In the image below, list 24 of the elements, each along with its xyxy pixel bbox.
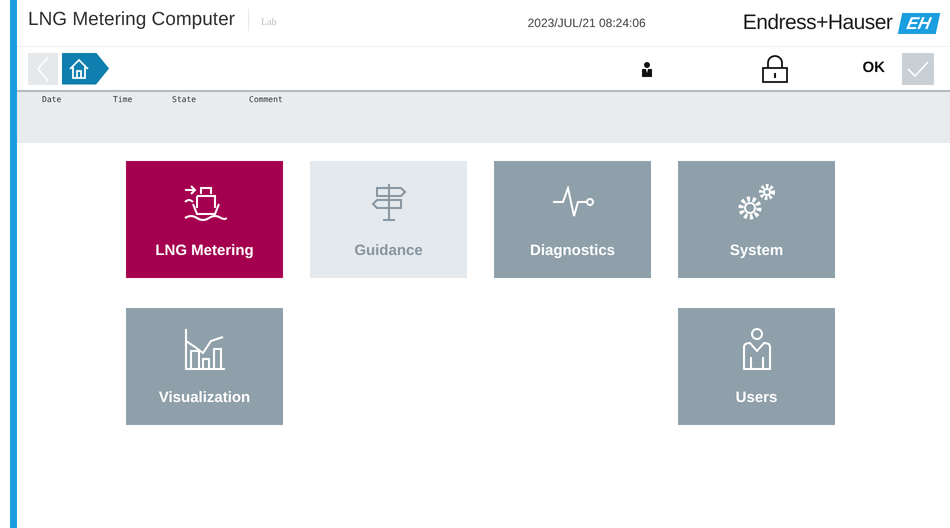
home-icon [68,58,90,80]
home-button[interactable] [62,52,109,84]
menu-tile[interactable]: Users [678,308,835,425]
menu-tile[interactable]: LNG Metering [126,161,283,278]
app-title: LNG Metering Computer [28,8,235,32]
menu-tile[interactable]: Diagnostics [494,161,651,278]
column-header: Time [113,94,134,106]
column-header: Date [42,94,62,106]
menu-tile[interactable]: System [678,161,835,278]
site-label: Lab [260,16,277,30]
brand-name: Endress+Hauser [742,10,892,36]
pulse-line-icon [550,186,594,218]
brand-logo: EH [898,12,940,34]
column-header: Comment [249,94,284,106]
menu-tile[interactable]: Visualization [126,308,283,425]
date-time: 2023/JUL/21 08:24:06 [528,15,646,32]
ok-label: OK [862,58,885,78]
back-icon [37,56,49,82]
bar-line-chart-icon [182,327,226,371]
person-icon [740,327,772,371]
check-icon [907,60,929,76]
lock-icon[interactable] [760,54,790,84]
user-icon [640,60,652,76]
column-header: State [172,94,198,106]
